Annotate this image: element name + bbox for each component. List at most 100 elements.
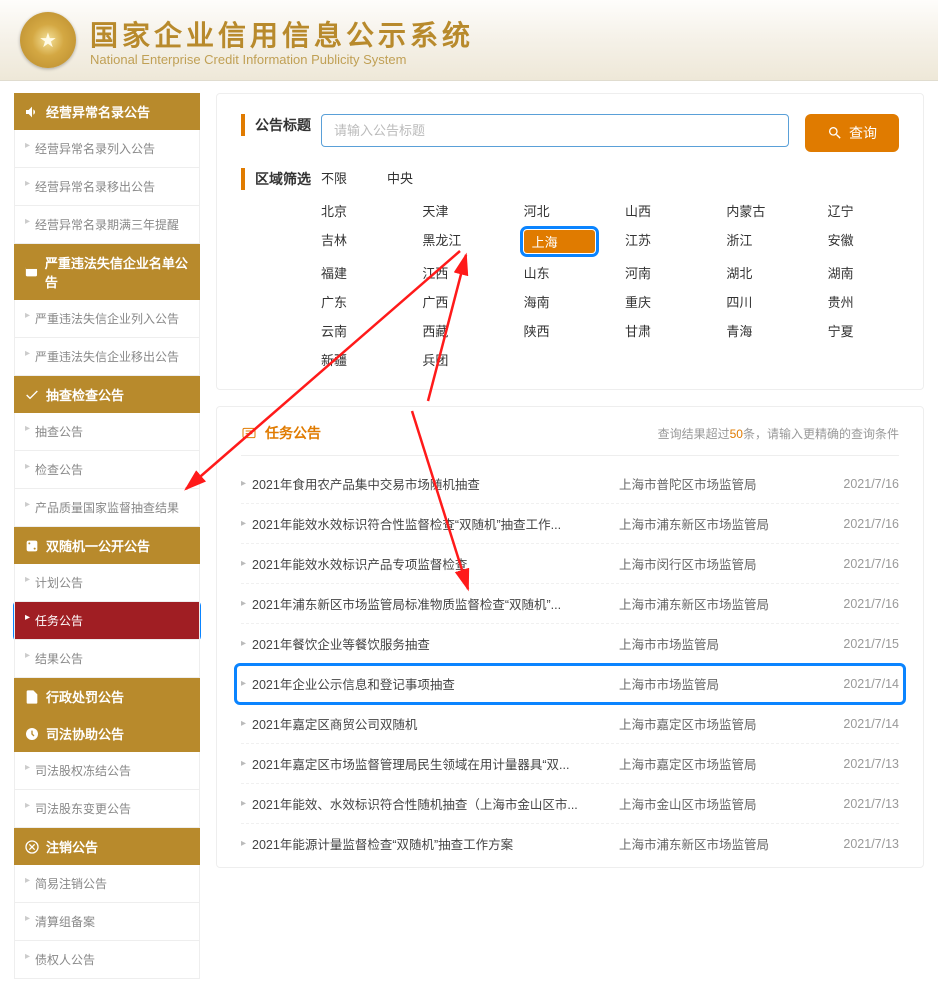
region-item[interactable]: 中央 bbox=[387, 168, 413, 187]
sidebar-item[interactable]: 检查公告 bbox=[14, 451, 200, 489]
result-row[interactable]: ▸2021年能效水效标识符合性监督检查“双随机”抽查工作...上海市浦东新区市场… bbox=[241, 504, 899, 544]
region-item[interactable]: 兵团 bbox=[422, 350, 493, 369]
sidebar-section-head[interactable]: 双随机一公开公告 bbox=[14, 527, 200, 564]
sidebar-section-label: 双随机一公开公告 bbox=[46, 536, 150, 555]
warning-icon bbox=[24, 264, 39, 280]
result-title[interactable]: 2021年食用农产品集中交易市场随机抽查 bbox=[252, 474, 619, 493]
result-title[interactable]: 2021年能效、水效标识符合性随机抽查（上海市金山区市... bbox=[252, 794, 619, 813]
doc-icon bbox=[24, 689, 40, 705]
result-date: 2021/7/14 bbox=[819, 717, 899, 731]
region-item[interactable]: 山西 bbox=[625, 201, 696, 220]
sidebar-section-head[interactable]: 抽查检查公告 bbox=[14, 376, 200, 413]
region-item[interactable]: 贵州 bbox=[828, 292, 899, 311]
result-date: 2021/7/15 bbox=[819, 637, 899, 651]
search-icon bbox=[827, 125, 843, 141]
dice-icon bbox=[24, 538, 40, 554]
region-item[interactable]: 甘肃 bbox=[625, 321, 696, 340]
sidebar-item[interactable]: 抽查公告 bbox=[14, 413, 200, 451]
result-date: 2021/7/13 bbox=[819, 757, 899, 771]
sidebar-section-head[interactable]: 经营异常名录公告 bbox=[14, 93, 200, 130]
sidebar-item[interactable]: 司法股权冻结公告 bbox=[14, 752, 200, 790]
result-row[interactable]: ▸ 2021年浦东新区市场监管局标准物质监督检查“双随机”...上海市浦东新区市场… bbox=[241, 584, 899, 624]
sidebar-section-label: 注销公告 bbox=[46, 837, 98, 856]
chevron-right-icon: ▸ bbox=[241, 598, 246, 609]
result-title[interactable]: 2021年餐饮企业等餐饮服务抽查 bbox=[252, 634, 619, 653]
result-org: 上海市浦东新区市场监管局 bbox=[619, 594, 819, 613]
region-item[interactable]: 重庆 bbox=[625, 292, 696, 311]
region-item[interactable]: 北京 bbox=[321, 201, 392, 220]
sidebar-section-label: 严重违法失信企业名单公告 bbox=[45, 253, 190, 291]
result-row[interactable]: ▸2021年能源计量监督检查“双随机”抽查工作方案上海市浦东新区市场监管局202… bbox=[241, 824, 899, 863]
result-row[interactable]: ▸2021年能效水效标识产品专项监督检查上海市闵行区市场监管局2021/7/16 bbox=[241, 544, 899, 584]
result-row[interactable]: ▸ 2021年嘉定区商贸公司双随机上海市嘉定区市场监管局2021/7/14 bbox=[241, 704, 899, 744]
sidebar-item[interactable]: 结果公告 bbox=[14, 640, 200, 678]
region-item[interactable]: 西藏 bbox=[422, 321, 493, 340]
region-item[interactable]: 广西 bbox=[422, 292, 493, 311]
region-item[interactable]: 湖北 bbox=[726, 263, 797, 282]
sidebar-item[interactable]: 简易注销公告 bbox=[14, 865, 200, 903]
result-title[interactable]: 2021年浦东新区市场监管局标准物质监督检查“双随机”... bbox=[252, 594, 619, 613]
region-item[interactable]: 江西 bbox=[422, 263, 493, 282]
region-item[interactable]: 云南 bbox=[321, 321, 392, 340]
sidebar-item[interactable]: 严重违法失信企业列入公告 bbox=[14, 300, 200, 338]
result-title[interactable]: 2021年能效水效标识符合性监督检查“双随机”抽查工作... bbox=[252, 514, 619, 533]
sidebar-item-active[interactable]: 任务公告 bbox=[14, 602, 200, 640]
chevron-right-icon: ▸ bbox=[241, 798, 246, 809]
region-item[interactable]: 新疆 bbox=[321, 350, 392, 369]
sidebar-item[interactable]: 严重违法失信企业移出公告 bbox=[14, 338, 200, 376]
sidebar-item[interactable]: 产品质量国家监督抽查结果 bbox=[14, 489, 200, 527]
region-item[interactable]: 湖南 bbox=[828, 263, 899, 282]
result-row[interactable]: ▸2021年企业公示信息和登记事项抽查上海市市场监管局2021/7/14 bbox=[235, 664, 905, 704]
results-list: ▸2021年食用农产品集中交易市场随机抽查上海市普陀区市场监管局2021/7/1… bbox=[241, 464, 899, 863]
sidebar-item[interactable]: 债权人公告 bbox=[14, 941, 200, 979]
result-row[interactable]: ▸2021年能效、水效标识符合性随机抽查（上海市金山区市...上海市金山区市场监… bbox=[241, 784, 899, 824]
region-item[interactable]: 不限 bbox=[321, 168, 347, 187]
sidebar-section-head[interactable]: 注销公告 bbox=[14, 828, 200, 865]
sidebar-item[interactable]: 经营异常名录移出公告 bbox=[14, 168, 200, 206]
result-date: 2021/7/16 bbox=[819, 477, 899, 491]
region-item[interactable]: 广东 bbox=[321, 292, 392, 311]
result-title[interactable]: 2021年能效水效标识产品专项监督检查 bbox=[252, 554, 619, 573]
result-title[interactable]: 2021年企业公示信息和登记事项抽查 bbox=[252, 674, 619, 693]
region-item[interactable]: 宁夏 bbox=[828, 321, 899, 340]
chevron-right-icon: ▸ bbox=[241, 718, 246, 729]
region-item[interactable]: 安徽 bbox=[828, 230, 899, 253]
result-date: 2021/7/13 bbox=[819, 837, 899, 851]
result-row[interactable]: ▸2021年餐饮企业等餐饮服务抽查上海市市场监管局2021/7/15 bbox=[241, 624, 899, 664]
result-org: 上海市嘉定区市场监管局 bbox=[619, 714, 819, 733]
sidebar-item[interactable]: 清算组备案 bbox=[14, 903, 200, 941]
region-item[interactable]: 福建 bbox=[321, 263, 392, 282]
region-item[interactable]: 青海 bbox=[726, 321, 797, 340]
result-row[interactable]: ▸2021年食用农产品集中交易市场随机抽查上海市普陀区市场监管局2021/7/1… bbox=[241, 464, 899, 504]
sidebar-item[interactable]: 经营异常名录期满三年提醒 bbox=[14, 206, 200, 244]
region-item[interactable]: 海南 bbox=[524, 292, 595, 311]
region-item-selected[interactable]: 上海 bbox=[524, 230, 595, 253]
region-item[interactable]: 河北 bbox=[524, 201, 595, 220]
region-item[interactable]: 吉林 bbox=[321, 230, 392, 253]
sidebar-section-head[interactable]: 行政处罚公告 bbox=[14, 678, 200, 715]
result-org: 上海市浦东新区市场监管局 bbox=[619, 834, 819, 853]
sidebar-item[interactable]: 司法股东变更公告 bbox=[14, 790, 200, 828]
region-item[interactable]: 陕西 bbox=[524, 321, 595, 340]
sidebar-item[interactable]: 经营异常名录列入公告 bbox=[14, 130, 200, 168]
sidebar-section-head[interactable]: 严重违法失信企业名单公告 bbox=[14, 244, 200, 300]
region-item[interactable]: 天津 bbox=[422, 201, 493, 220]
sidebar-item[interactable]: 计划公告 bbox=[14, 564, 200, 602]
filter-panel: 公告标题 查询 区域筛选 不限中央 北京天津河北山西内蒙古辽宁吉林黑龙江上海江苏… bbox=[216, 93, 924, 390]
region-item[interactable]: 内蒙古 bbox=[726, 201, 797, 220]
result-title[interactable]: 2021年能源计量监督检查“双随机”抽查工作方案 bbox=[252, 834, 619, 853]
region-item[interactable]: 河南 bbox=[625, 263, 696, 282]
region-item[interactable]: 江苏 bbox=[625, 230, 696, 253]
region-item[interactable]: 黑龙江 bbox=[422, 230, 493, 253]
result-date: 2021/7/16 bbox=[819, 557, 899, 571]
sidebar-section-head[interactable]: 司法协助公告 bbox=[14, 715, 200, 752]
result-title[interactable]: 2021年嘉定区市场监督管理局民生领域在用计量器具“双... bbox=[252, 754, 619, 773]
result-row[interactable]: ▸2021年嘉定区市场监督管理局民生领域在用计量器具“双...上海市嘉定区市场监… bbox=[241, 744, 899, 784]
search-input[interactable] bbox=[321, 114, 789, 147]
search-button[interactable]: 查询 bbox=[805, 114, 899, 152]
region-item[interactable]: 四川 bbox=[726, 292, 797, 311]
region-item[interactable]: 浙江 bbox=[726, 230, 797, 253]
region-item[interactable]: 辽宁 bbox=[828, 201, 899, 220]
result-title[interactable]: 2021年嘉定区商贸公司双随机 bbox=[252, 714, 619, 733]
region-item[interactable]: 山东 bbox=[524, 263, 595, 282]
